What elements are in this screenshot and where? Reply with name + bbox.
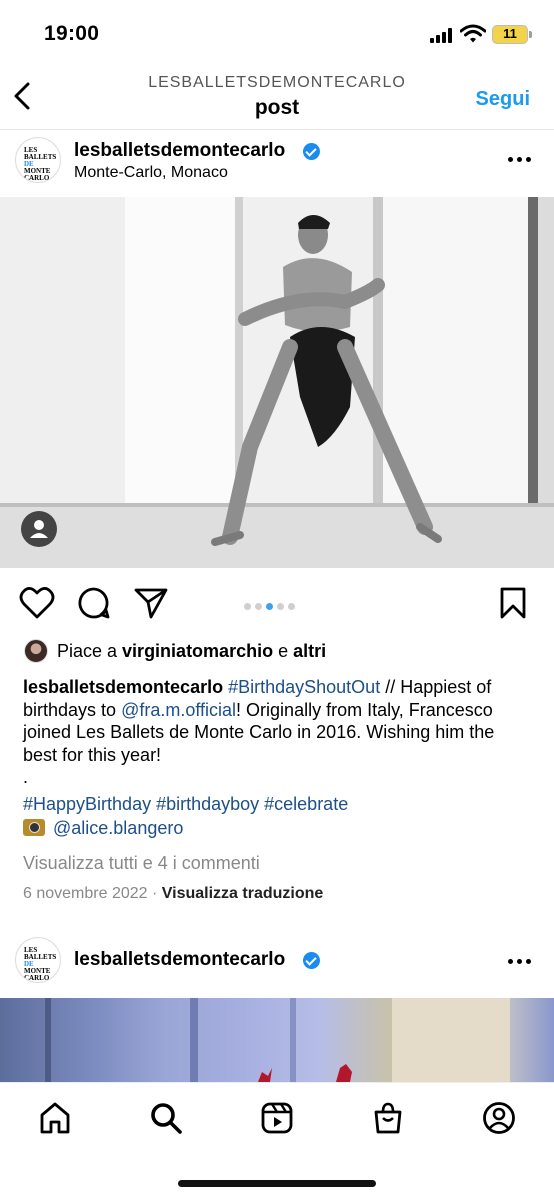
post-photo[interactable] — [0, 197, 554, 568]
cellular-signal-icon — [430, 27, 454, 43]
carousel-dot — [255, 603, 262, 610]
post-location[interactable]: Monte-Carlo, Monaco — [74, 164, 228, 182]
camera-emoji-icon — [23, 819, 45, 836]
liker-avatar — [24, 639, 48, 663]
carousel-dot — [244, 603, 251, 610]
search-icon[interactable] — [149, 1101, 183, 1135]
carousel-indicator — [244, 597, 299, 615]
avatar-logo-text: LES BALLETS DE MONTE CARLO — [24, 946, 57, 982]
more-options-icon[interactable] — [508, 157, 532, 163]
likes-summary[interactable]: Piace a virginiatomarchio e altri — [0, 637, 554, 667]
caption-username[interactable]: lesballetsdemontecarlo — [23, 677, 223, 697]
header-account-name: LESBALLETSDEMONTECARLO — [148, 74, 406, 91]
account-avatar[interactable]: LES BALLETS DE MONTE CARLO — [15, 137, 61, 183]
post-date: 6 novembre 2022 — [23, 885, 148, 902]
account-avatar[interactable]: LES BALLETS DE MONTE CARLO — [15, 937, 61, 983]
post-username[interactable]: lesballetsdemontecarlo — [74, 140, 285, 162]
like-heart-icon[interactable] — [19, 586, 55, 620]
wifi-icon — [460, 24, 486, 43]
carousel-dot — [288, 603, 295, 610]
hashtag-link[interactable]: #BirthdayShoutOut — [228, 677, 380, 697]
post-meta: 6 novembre 2022 · Visualizza traduzione — [23, 885, 324, 902]
reels-icon[interactable] — [260, 1101, 294, 1135]
more-options-icon[interactable] — [508, 959, 532, 965]
battery-icon: 11 — [492, 25, 528, 44]
credit-mention-link[interactable]: @alice.blangero — [53, 818, 183, 838]
tagged-users-icon[interactable] — [21, 511, 57, 547]
translate-link[interactable]: Visualizza traduzione — [162, 885, 324, 902]
post-header-2: LES BALLETS DE MONTE CARLO lesballetsdem… — [0, 930, 554, 996]
profile-icon[interactable] — [482, 1101, 516, 1135]
post-photo-2[interactable] — [0, 998, 554, 1082]
post-header: LES BALLETS DE MONTE CARLO lesballetsdem… — [0, 130, 554, 196]
shop-icon[interactable] — [371, 1101, 405, 1135]
comment-icon[interactable] — [77, 586, 111, 620]
dancer-photo — [0, 197, 554, 568]
caption-dot: . — [23, 767, 29, 787]
verified-badge-icon — [303, 952, 320, 969]
hashtags[interactable]: #HappyBirthday #birthdayboy #celebrate — [23, 794, 348, 815]
home-icon[interactable] — [38, 1101, 72, 1135]
follow-button[interactable]: Segui — [476, 88, 530, 111]
post-username[interactable]: lesballetsdemontecarlo — [74, 949, 285, 971]
photo-credit: @alice.blangero — [23, 818, 183, 839]
home-indicator — [178, 1180, 376, 1187]
nav-header: LESBALLETSDEMONTECARLO post Segui — [0, 64, 554, 130]
view-all-comments-link[interactable]: Visualizza tutti e 4 i commenti — [23, 853, 260, 874]
avatar-logo-text: LES BALLETS DE MONTE CARLO — [24, 146, 57, 182]
carousel-dot-active — [266, 603, 273, 610]
battery-tip — [529, 31, 532, 38]
page-title: post — [254, 96, 300, 119]
stage-photo — [45, 998, 510, 1082]
status-bar: 19:00 11 — [0, 0, 554, 64]
mention-link[interactable]: @fra.m.official — [121, 700, 236, 720]
share-icon[interactable] — [133, 586, 169, 620]
status-time: 19:00 — [44, 22, 100, 45]
carousel-dot — [277, 603, 284, 610]
likes-text: Piace a virginiatomarchio e altri — [57, 641, 327, 661]
post-caption: lesballetsdemontecarlo #BirthdayShoutOut… — [23, 676, 533, 789]
post-actions — [0, 578, 554, 628]
verified-badge-icon — [303, 143, 320, 160]
save-bookmark-icon[interactable] — [499, 586, 527, 620]
